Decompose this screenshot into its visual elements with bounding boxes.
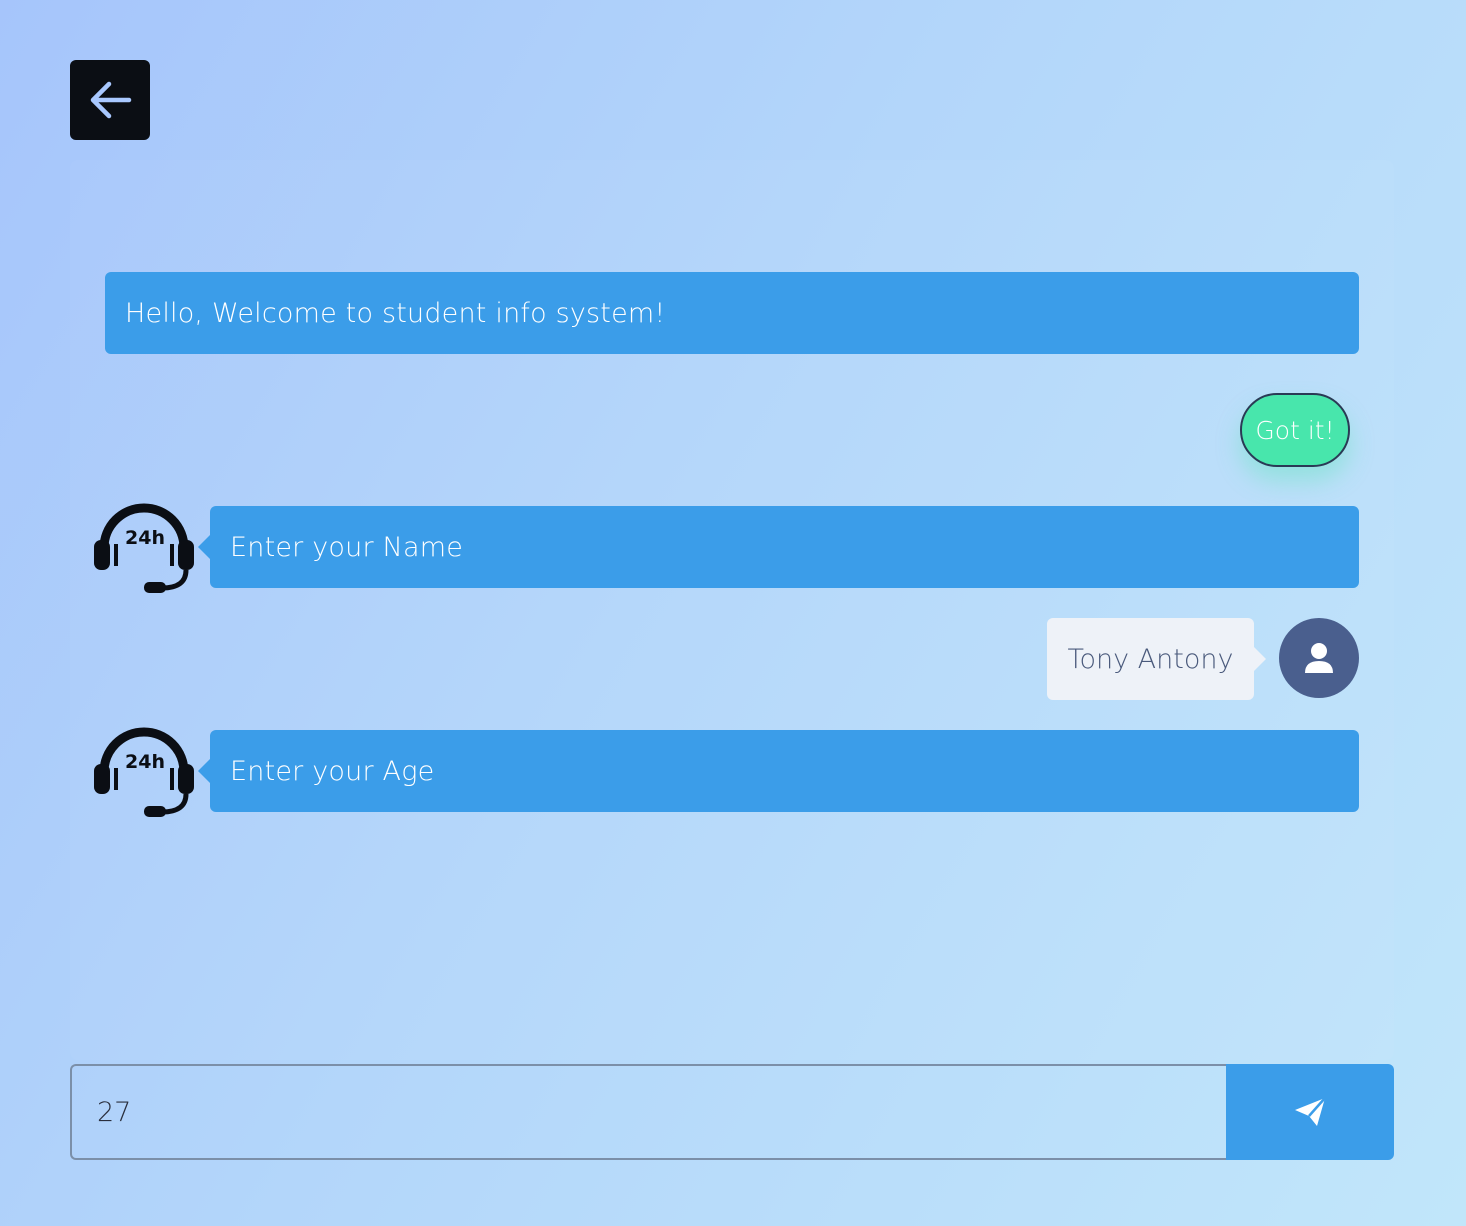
user-avatar — [1279, 618, 1359, 698]
composer — [70, 1064, 1394, 1160]
got-it-label: Got it! — [1255, 415, 1335, 445]
prompt-age-message: Enter your Age — [198, 730, 1359, 812]
arrow-left-icon — [90, 81, 132, 119]
headset-24h-icon: 24h — [94, 727, 194, 817]
svg-text:24h: 24h — [125, 751, 165, 773]
paper-plane-icon — [1295, 1097, 1326, 1126]
prompt-name-message: Enter your Name — [198, 506, 1359, 588]
send-button[interactable] — [1226, 1064, 1394, 1160]
welcome-message: Hello, Welcome to student info system! — [105, 272, 1359, 354]
user-icon — [1305, 643, 1333, 673]
prompt-name-text: Enter your Name — [230, 531, 464, 563]
headset-24h-icon: 24h — [94, 503, 194, 593]
message-input[interactable] — [70, 1064, 1226, 1160]
got-it-button[interactable]: Got it! — [1240, 393, 1350, 467]
svg-text:24h: 24h — [125, 527, 165, 549]
back-button[interactable] — [70, 60, 150, 140]
user-name-reply: Tony Antony — [1047, 618, 1266, 700]
user-name-text: Tony Antony — [1067, 643, 1234, 675]
welcome-text: Hello, Welcome to student info system! — [125, 297, 666, 329]
prompt-age-text: Enter your Age — [230, 755, 435, 787]
